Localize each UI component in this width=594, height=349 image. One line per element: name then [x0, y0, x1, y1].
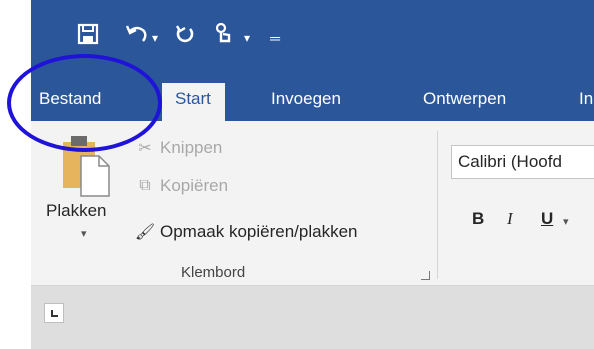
- quick-access-toolbar: ▾ ▾ ═: [31, 20, 280, 56]
- undo-icon[interactable]: [125, 20, 149, 56]
- clipboard-dialog-launcher-icon[interactable]: [421, 271, 430, 280]
- touch-dropdown-icon[interactable]: ▾: [244, 20, 250, 56]
- title-bar: ▾ ▾ ═: [31, 0, 594, 83]
- paste-dropdown-icon[interactable]: ▾: [81, 227, 87, 240]
- format-painter-button[interactable]: 🖌 Opmaak kopiëren/plakken: [133, 222, 358, 242]
- window-frame: [0, 0, 31, 349]
- font-name-field[interactable]: Calibri (Hoofd: [451, 145, 594, 179]
- italic-button[interactable]: I: [507, 209, 513, 229]
- underline-dropdown-icon[interactable]: ▾: [563, 215, 569, 228]
- tab-selector-icon[interactable]: [44, 303, 64, 323]
- word-app: ▾ ▾ ═ Bestand Start Invoegen Ontwerpen I…: [31, 0, 594, 349]
- tab-partial[interactable]: In: [579, 83, 593, 121]
- cut-label: Knippen: [160, 138, 223, 157]
- customize-qat-icon[interactable]: ═: [270, 20, 280, 56]
- clipboard-group-label: Klembord: [181, 264, 246, 281]
- paste-icon[interactable]: [59, 134, 113, 203]
- underline-button[interactable]: U: [541, 209, 553, 229]
- format-painter-label: Opmaak kopiëren/plakken: [160, 222, 358, 241]
- copy-label: Kopiëren: [160, 176, 229, 195]
- paste-label[interactable]: Plakken: [46, 201, 106, 221]
- tab-bestand[interactable]: Bestand: [39, 83, 101, 121]
- save-icon[interactable]: [77, 20, 99, 56]
- paintbrush-icon: 🖌: [134, 224, 156, 241]
- ribbon-tabs: Bestand Start Invoegen Ontwerpen In: [31, 83, 594, 121]
- copy-icon: ⧉: [139, 177, 151, 194]
- copy-button[interactable]: ⧉ Kopiëren: [133, 176, 228, 196]
- tab-start[interactable]: Start: [162, 83, 225, 121]
- tab-invoegen[interactable]: Invoegen: [271, 83, 341, 121]
- redo-icon[interactable]: [174, 20, 196, 56]
- scissors-icon: ✂: [138, 140, 152, 157]
- ribbon-panel: Plakken ▾ ✂ Knippen ⧉ Kopiëren 🖌 Opmaak …: [31, 121, 594, 286]
- cut-button[interactable]: ✂ Knippen: [133, 138, 222, 158]
- touch-mode-icon[interactable]: [214, 20, 234, 56]
- bold-button[interactable]: B: [472, 209, 484, 229]
- document-area: [31, 286, 594, 349]
- tab-ontwerpen[interactable]: Ontwerpen: [423, 83, 506, 121]
- group-separator: [437, 131, 438, 279]
- undo-dropdown-icon[interactable]: ▾: [152, 20, 158, 56]
